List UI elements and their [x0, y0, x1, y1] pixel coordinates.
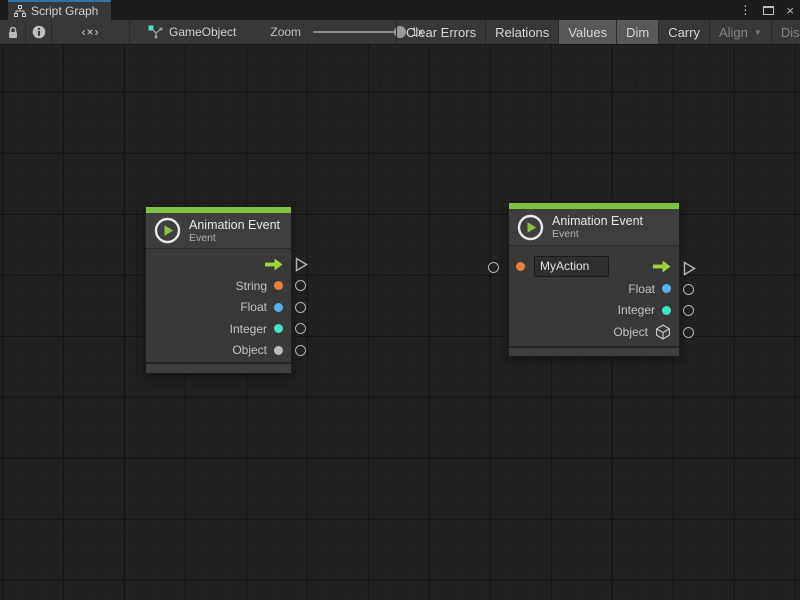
action-input-dot[interactable]: [516, 262, 525, 271]
script-graph-window: Script Graph ⋮ ×: [0, 0, 800, 600]
flow-arrow-icon: [264, 258, 283, 271]
cube-icon: [655, 324, 671, 340]
align-button[interactable]: Align ▼: [709, 20, 771, 44]
dim-button[interactable]: Dim: [616, 20, 658, 44]
float-port-dot[interactable]: [274, 303, 283, 312]
graph-tab-icon: [14, 5, 26, 17]
object-output-port[interactable]: [295, 345, 306, 356]
tab-title: Script Graph: [31, 4, 98, 18]
node-footer: [509, 346, 679, 356]
action-input-port[interactable]: [488, 262, 499, 273]
event-play-icon: [154, 217, 181, 244]
code-brackets-icon: ‹×›: [82, 25, 100, 39]
node-subtitle: Event: [552, 228, 643, 240]
info-button[interactable]: [26, 20, 52, 44]
float-output-port[interactable]: [683, 284, 694, 295]
lock-icon: [7, 26, 19, 39]
zoom-slider[interactable]: [313, 31, 403, 33]
action-name-row: [509, 254, 679, 278]
maximize-icon[interactable]: [763, 6, 774, 15]
string-port-dot[interactable]: [274, 281, 283, 290]
node-body: String Float Integer Object: [146, 249, 291, 362]
node-header[interactable]: Animation Event Event: [509, 209, 679, 246]
node-title: Animation Event: [189, 218, 280, 232]
graph-canvas[interactable]: Animation Event Event String: [0, 45, 800, 600]
carry-button[interactable]: Carry: [658, 20, 709, 44]
node-title: Animation Event: [552, 214, 643, 228]
values-button[interactable]: Values: [558, 20, 616, 44]
zoom-label: Zoom: [270, 25, 301, 39]
code-view-button[interactable]: ‹×›: [52, 20, 130, 44]
port-row-object: Object: [146, 340, 291, 362]
integer-port-dot[interactable]: [662, 306, 671, 315]
tab-script-graph[interactable]: Script Graph: [8, 0, 111, 20]
object-port-dot[interactable]: [274, 346, 283, 355]
lock-button[interactable]: [0, 20, 26, 44]
close-icon[interactable]: ×: [786, 4, 794, 17]
window-controls: ⋮ ×: [739, 0, 794, 20]
flow-output-port[interactable]: [295, 257, 308, 277]
float-output-port[interactable]: [295, 302, 306, 313]
node-header[interactable]: Animation Event Event: [146, 213, 291, 249]
port-row-float: Float: [509, 278, 679, 300]
flow-arrow-icon: [652, 260, 671, 273]
float-port-dot[interactable]: [662, 284, 671, 293]
graph-reference-icon: [148, 25, 163, 39]
node-subtitle: Event: [189, 232, 280, 244]
integer-port-dot[interactable]: [274, 324, 283, 333]
chevron-down-icon: ▼: [754, 28, 762, 37]
animation-event-node-1[interactable]: Animation Event Event String: [145, 206, 292, 374]
animation-event-node-2[interactable]: Animation Event Event Float: [508, 202, 680, 357]
port-row-integer: Integer: [509, 300, 679, 322]
port-row-object: Object: [509, 321, 679, 343]
graph-reference[interactable]: GameObject: [148, 20, 236, 44]
toolbar-buttons: Clear Errors Relations Values Dim Carry …: [396, 20, 800, 44]
window-menu-icon[interactable]: ⋮: [739, 4, 751, 16]
node-body: Float Integer Object: [509, 246, 679, 346]
flow-output-row: [146, 254, 291, 275]
port-row-string: String: [146, 275, 291, 297]
object-output-port[interactable]: [683, 327, 694, 338]
integer-output-port[interactable]: [683, 305, 694, 316]
integer-output-port[interactable]: [295, 323, 306, 334]
flow-output-port[interactable]: [683, 261, 696, 281]
node-footer: [146, 362, 291, 373]
graph-reference-label: GameObject: [169, 25, 236, 39]
relations-button[interactable]: Relations: [485, 20, 558, 44]
distribute-button[interactable]: Distribute ▼: [771, 20, 800, 44]
port-row-float: Float: [146, 297, 291, 319]
tab-bar: Script Graph ⋮ ×: [0, 0, 800, 20]
clear-errors-button[interactable]: Clear Errors: [396, 20, 485, 44]
graph-toolbar: ‹×› GameObject Zoom 1x Clear Errors: [0, 20, 800, 45]
event-play-icon: [517, 214, 544, 241]
port-row-integer: Integer: [146, 318, 291, 340]
action-name-input[interactable]: [534, 256, 609, 277]
string-output-port[interactable]: [295, 280, 306, 291]
info-icon: [32, 25, 46, 39]
